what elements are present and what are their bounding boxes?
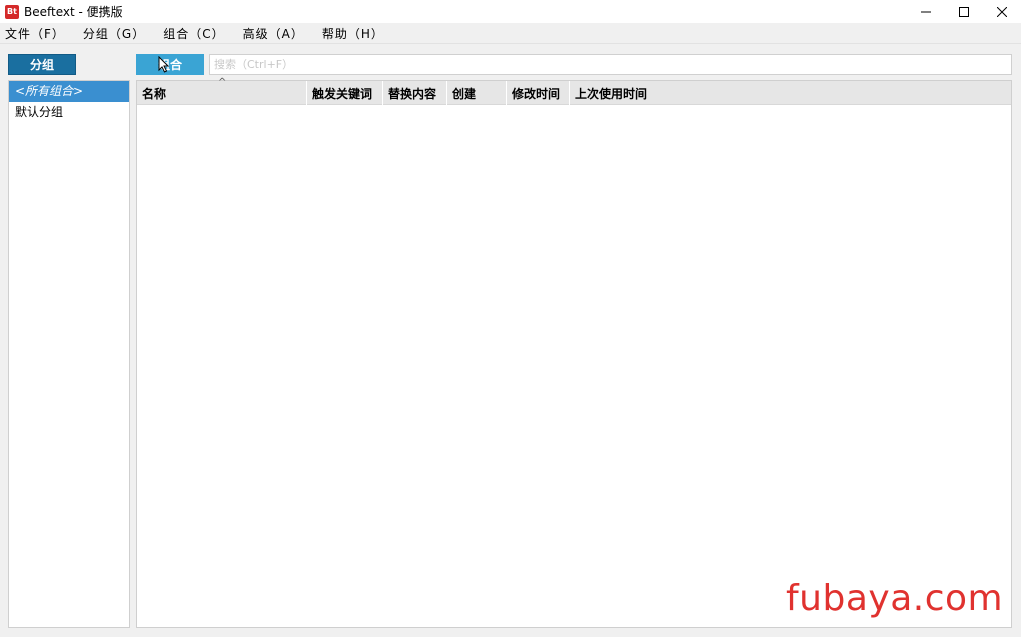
table-header: ^ 名称 触发关键词 替换内容 创建 修改时间 上次使用时间 bbox=[137, 77, 1011, 105]
minimize-button[interactable] bbox=[907, 0, 945, 23]
group-item-all[interactable]: <所有组合> bbox=[9, 81, 129, 102]
window-title: Beeftext - 便携版 bbox=[24, 5, 123, 19]
app-icon: Bt bbox=[5, 4, 19, 19]
group-menu-button[interactable]: 分组 bbox=[8, 54, 76, 75]
group-list[interactable]: <所有组合> 默认分组 bbox=[8, 80, 130, 628]
watermark-text: fubaya.com bbox=[786, 578, 1004, 619]
menu-combo[interactable]: 组合（C） bbox=[158, 25, 229, 42]
menu-group[interactable]: 分组（G） bbox=[78, 25, 150, 42]
close-button[interactable] bbox=[983, 0, 1021, 23]
menu-help[interactable]: 帮助（H） bbox=[317, 25, 389, 42]
menu-bar: 文件（F） 分组（G） 组合（C） 高级（A） 帮助（H） bbox=[0, 23, 1021, 44]
search-input[interactable] bbox=[209, 54, 1012, 75]
column-header-last-used[interactable]: 上次使用时间 bbox=[570, 81, 1011, 105]
column-header-modified[interactable]: 修改时间 bbox=[507, 81, 570, 105]
sort-ascending-icon: ^ bbox=[218, 77, 227, 88]
mouse-cursor-icon bbox=[158, 56, 170, 73]
window-controls bbox=[907, 0, 1021, 23]
group-item-default[interactable]: 默认分组 bbox=[9, 102, 129, 123]
title-bar: Bt Beeftext - 便携版 bbox=[0, 0, 1021, 23]
column-header-keyword[interactable]: 触发关键词 bbox=[307, 81, 383, 105]
combo-menu-button[interactable]: 组合 bbox=[136, 54, 204, 75]
minimize-icon bbox=[921, 11, 931, 12]
column-header-created[interactable]: 创建 bbox=[447, 81, 507, 105]
combo-table[interactable]: ^ 名称 触发关键词 替换内容 创建 修改时间 上次使用时间 bbox=[136, 77, 1012, 628]
maximize-icon bbox=[959, 6, 969, 17]
close-icon bbox=[997, 6, 1007, 17]
maximize-button[interactable] bbox=[945, 0, 983, 23]
menu-advanced[interactable]: 高级（A） bbox=[238, 25, 309, 42]
menu-file[interactable]: 文件（F） bbox=[0, 25, 70, 42]
column-header-snippet[interactable]: 替换内容 bbox=[383, 81, 447, 105]
